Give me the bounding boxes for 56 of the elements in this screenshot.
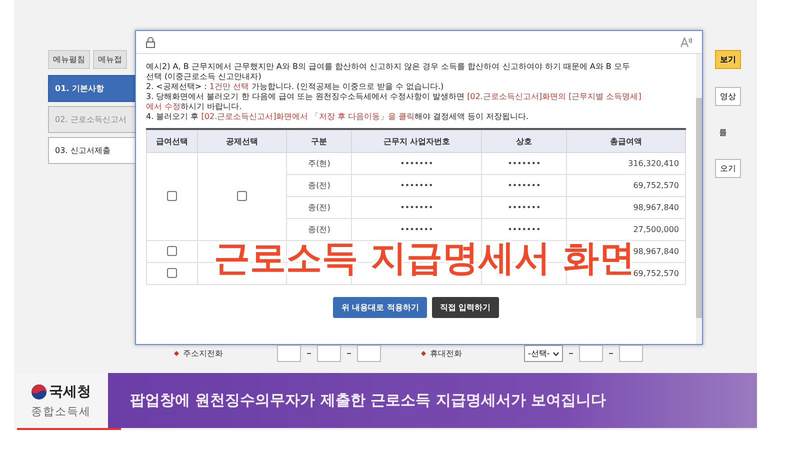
column-header: 급여선택 (146, 129, 198, 152)
salary-checkbox[interactable] (167, 246, 177, 256)
lock-icon (146, 36, 155, 48)
action-button[interactable]: 직접 입력하기 (432, 297, 499, 318)
table-cell: ••••••• (481, 196, 567, 218)
table-cell: 종(전) (286, 218, 352, 240)
side-button[interactable]: 보기 (715, 50, 741, 69)
input-field[interactable] (277, 345, 301, 362)
input-field[interactable] (618, 345, 643, 362)
carrier-select[interactable]: -선택- (524, 345, 563, 362)
salary-checkbox[interactable] (167, 268, 177, 278)
logo-text: 국세청 (49, 382, 91, 400)
notice-text: 선택 (이중근로소득 신고안내자) (146, 72, 262, 82)
notice-text: 에서 수정하시기 바랍니다. (146, 102, 243, 112)
table-cell: 종(전) (286, 174, 352, 196)
table-cell: 69,752,570 (566, 174, 686, 196)
table-cell: ••••••• (352, 174, 482, 196)
notice-text: 3. 당해화면에서 불러오기 한 다음에 급여 또는 원천징수소득세에서 수정사항이 발생하면 [02.근로소득신고서]화면의 [근무지별 소득명세] (146, 92, 642, 102)
menu-button[interactable]: 메뉴접 (93, 50, 127, 69)
emblem-icon (31, 384, 47, 400)
side-button[interactable]: 영상 (715, 87, 741, 106)
table-cell: ••••••• (481, 152, 567, 174)
column-header: 총급여액 (566, 129, 686, 152)
table-cell: ••••••• (481, 174, 567, 196)
column-header: 근무지 사업자번호 (352, 129, 482, 152)
input-field[interactable] (578, 345, 603, 362)
side-button[interactable]: 오기 (715, 159, 741, 178)
input-field[interactable] (317, 345, 341, 362)
column-header: 공제선택 (198, 129, 286, 152)
action-button[interactable]: 위 내용대로 적용하기 (333, 297, 427, 318)
notice-text: 2. <공제선택> : 1건만 선택 가능합니다. (인적공제는 이중으로 받을 수 없습니다.) (146, 82, 445, 92)
deduction-checkbox[interactable] (237, 190, 247, 200)
field-label: 주소지전화 (183, 348, 224, 359)
notice-text: 4. 불러오기 후 [02.근로소득신고서]화면에서 「저장 후 다음이동」을 클릭해야 결정세액 등이 저장됩니다. (146, 112, 530, 122)
scrollbar[interactable] (696, 54, 702, 344)
column-header: 상호 (481, 129, 567, 152)
column-header: 구분 (286, 129, 352, 152)
table-cell: ••••••• (352, 196, 482, 218)
field-label: 휴대전화 (430, 348, 463, 359)
salary-checkbox[interactable] (167, 190, 177, 200)
notice-text: 예시2) A, B 근무지에서 근무했지만 A와 B의 급여를 합산하여 신고하지 않은 경우 소득를 합산하여 신고하여야 하기 때문에 A와 B 모두 (146, 62, 631, 72)
table-cell: 316,320,410 (566, 152, 686, 174)
menu-button[interactable]: 메뉴펼침 (48, 50, 90, 69)
input-field[interactable] (357, 345, 381, 362)
side-text: 를 (718, 127, 728, 139)
subtitle-text: 팝업창에 원천징수의무자가 제출한 근로소득 지급명세서가 보여집니다 (130, 391, 606, 410)
table-cell: ••••••• (481, 218, 567, 240)
chevron-icon (552, 352, 559, 356)
table-cell: ••••••• (352, 152, 482, 174)
read-aloud-icon[interactable] (680, 36, 692, 48)
table-cell: ••••••• (352, 218, 482, 240)
table-cell: 주(현) (286, 152, 352, 174)
table-cell: 27,500,000 (566, 218, 686, 240)
logo-subtitle: 종합소득세 (31, 404, 91, 418)
table-cell: 종(전) (286, 196, 352, 218)
table-cell: 98,967,840 (566, 196, 686, 218)
